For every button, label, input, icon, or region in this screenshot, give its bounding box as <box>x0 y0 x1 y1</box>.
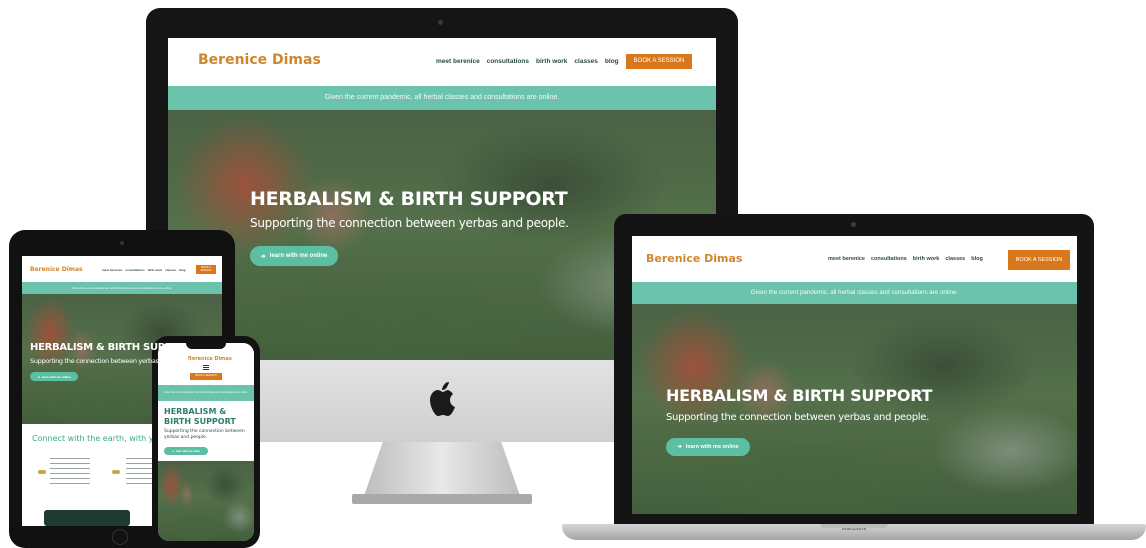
hero-subtitle: Supporting the connection between yerbas… <box>250 216 569 230</box>
hero-title: HERBALISM & BIRTH SUPPORT <box>666 386 933 405</box>
pandemic-banner: Given the current pandemic, all herbal c… <box>168 86 716 110</box>
site-nav: Berenice Dimas meet berenice consultatio… <box>632 236 1077 282</box>
nav-links: meet berenice consultations birth work c… <box>828 256 983 262</box>
laptop-device: Berenice Dimas meet berenice consultatio… <box>562 214 1146 546</box>
book-session-button[interactable]: BOOK A SESSION <box>190 373 222 380</box>
nav-item-blog[interactable]: blog <box>605 58 619 65</box>
hero-section <box>158 461 254 541</box>
nav-links: meet berenice consultations birth work c… <box>102 268 185 272</box>
book-session-button[interactable]: BOOK A SESSION <box>626 54 692 69</box>
pandemic-banner: Given the current pandemic, all herbal c… <box>22 282 222 294</box>
hero-section: HERBALISM & BIRTH SUPPORT Supporting the… <box>632 304 1077 514</box>
brand-logo[interactable]: Berenice Dimas <box>646 252 742 265</box>
nav-item-consultations[interactable]: consultations <box>125 268 145 272</box>
cta-label: learn with me online <box>269 253 328 259</box>
apple-logo-icon <box>426 382 458 420</box>
arrow-right-icon: ➔ <box>677 444 682 450</box>
nav-item-classes[interactable]: classes <box>165 268 176 272</box>
arrow-right-icon: ➔ <box>171 449 175 453</box>
nav-item-meet-berenice[interactable]: meet berenice <box>828 256 865 262</box>
hero-title: HERBALISM & BIRTH SUPPORT <box>164 407 236 426</box>
site-nav: Berenice Dimas meet berenice consultatio… <box>168 38 716 86</box>
laptop-notch <box>820 524 888 528</box>
nav-item-classes[interactable]: classes <box>574 58 598 65</box>
feature-icon <box>38 470 46 474</box>
book-session-button[interactable]: BOOK A SESSION <box>196 265 216 274</box>
hero-subtitle: Supporting the connection between yerbas… <box>666 412 929 423</box>
learn-online-button[interactable]: ➔ learn with me online <box>30 372 78 381</box>
camera-icon <box>120 241 124 245</box>
nav-item-consultations[interactable]: consultations <box>871 256 907 262</box>
phone-notch <box>186 343 226 349</box>
camera-icon <box>851 222 856 227</box>
footer-block <box>44 510 130 526</box>
imac-stand-base <box>352 494 532 504</box>
nav-item-birth-work[interactable]: birth work <box>536 58 567 65</box>
camera-icon <box>438 20 443 25</box>
phone-screen: Berenice Dimas BOOK A SESSION Given the … <box>158 343 254 541</box>
nav-item-birth-work[interactable]: birth work <box>148 268 163 272</box>
hero-subtitle: Supporting the connection between yerbas… <box>30 357 196 365</box>
book-session-button[interactable]: BOOK A SESSION <box>1008 250 1070 270</box>
hamburger-menu-icon[interactable] <box>203 365 209 370</box>
nav-item-meet-berenice[interactable]: meet berenice <box>102 268 122 272</box>
nav-item-meet-berenice[interactable]: meet berenice <box>436 58 480 65</box>
cta-label: learn with me online <box>685 444 739 450</box>
arrow-right-icon: ➔ <box>260 253 266 260</box>
brand-logo[interactable]: Berenice Dimas <box>30 266 83 273</box>
cta-label: learn with me online <box>176 449 201 453</box>
learn-online-button[interactable]: ➔ learn with me online <box>164 447 208 455</box>
laptop-screen: Berenice Dimas meet berenice consultatio… <box>632 236 1077 514</box>
site-nav: Berenice Dimas meet berenice consultatio… <box>22 256 222 282</box>
hero-title: HERBALISM & BIRTH SUPPORT <box>30 342 194 353</box>
pandemic-banner: Given the current pandemic, all herbal c… <box>158 385 254 401</box>
nav-links: meet berenice consultations birth work c… <box>436 58 619 65</box>
pandemic-banner: Given the current pandemic, all herbal c… <box>632 282 1077 304</box>
phone-device: Berenice Dimas BOOK A SESSION Given the … <box>152 336 260 548</box>
home-button[interactable] <box>112 529 128 545</box>
nav-item-consultations[interactable]: consultations <box>487 58 529 65</box>
nav-item-blog[interactable]: blog <box>179 268 185 272</box>
hero-subtitle: Supporting the connection between yerbas… <box>164 429 245 440</box>
hero-title: HERBALISM & BIRTH SUPPORT <box>250 188 568 210</box>
imac-stand <box>364 442 520 496</box>
nav-item-birth-work[interactable]: birth work <box>913 256 940 262</box>
cta-label: learn with me online <box>41 374 71 379</box>
feature-icon <box>112 470 120 474</box>
learn-online-button[interactable]: ➔ learn with me online <box>250 246 338 266</box>
feature-text-block <box>50 458 90 484</box>
brand-logo[interactable]: Berenice Dimas <box>198 52 321 68</box>
nav-item-classes[interactable]: classes <box>945 256 965 262</box>
learn-online-button[interactable]: ➔ learn with me online <box>666 438 750 456</box>
nav-item-blog[interactable]: blog <box>971 256 983 262</box>
arrow-right-icon: ➔ <box>37 374 40 379</box>
